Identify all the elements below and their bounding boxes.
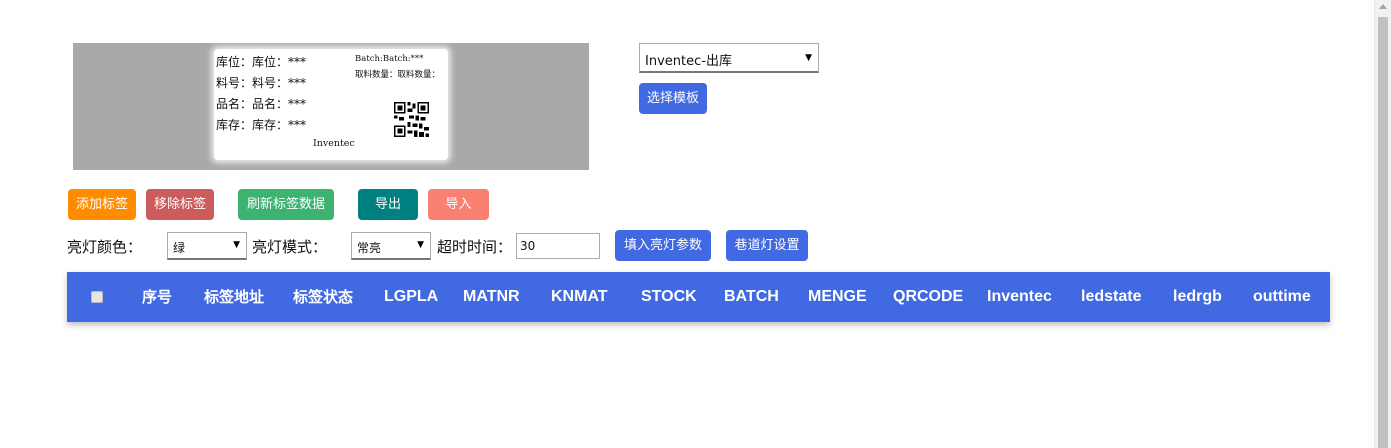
vertical-scrollbar[interactable] <box>1374 0 1391 448</box>
label-card: 库位：库位：*** 料号：料号：*** 品名：品名：*** 库存：库存：*** … <box>214 49 448 160</box>
import-button[interactable]: 导入 <box>428 189 489 220</box>
scroll-up-icon[interactable] <box>1379 4 1387 9</box>
label-qty: 取料数量：取料数量： <box>355 70 441 80</box>
label-batch: Batch:Batch:*** <box>355 54 424 64</box>
dropdown-arrow-icon: ▼ <box>233 240 240 250</box>
dropdown-arrow-icon: ▼ <box>805 53 812 63</box>
scrollbar-thumb[interactable] <box>1378 17 1388 448</box>
remove-label-button[interactable]: 移除标签 <box>146 189 214 220</box>
table-header: 序号 标签地址 标签状态 LGPLA MATNR KNMAT STOCK BAT… <box>67 272 1330 322</box>
label-footer: Inventec <box>313 138 355 149</box>
light-color-value: 绿 <box>173 241 186 255</box>
lane-light-settings-button[interactable]: 巷道灯设置 <box>726 230 808 261</box>
light-color-select[interactable]: 绿 ▼ <box>167 232 247 260</box>
column-header-qrcode[interactable]: QRCODE <box>893 272 963 322</box>
label-location: 库位：库位：*** <box>216 55 307 69</box>
column-header-matnr[interactable]: MATNR <box>463 272 520 322</box>
column-header-lgpla[interactable]: LGPLA <box>384 272 438 322</box>
column-header-inventec[interactable]: Inventec <box>987 272 1052 322</box>
column-header-label-address[interactable]: 标签地址 <box>204 272 264 322</box>
timeout-label: 超时时间： <box>437 238 513 256</box>
column-header-ledstate[interactable]: ledstate <box>1081 272 1141 322</box>
column-header-batch[interactable]: BATCH <box>724 272 779 322</box>
fill-light-params-button[interactable]: 填入亮灯参数 <box>615 230 711 261</box>
add-label-button[interactable]: 添加标签 <box>68 189 136 220</box>
column-header-knmat[interactable]: KNMAT <box>551 272 608 322</box>
column-header-menge[interactable]: MENGE <box>808 272 867 322</box>
column-header-stock[interactable]: STOCK <box>641 272 697 322</box>
label-stock: 库存：库存：*** <box>216 118 307 132</box>
column-header-outtime[interactable]: outtime <box>1253 272 1311 322</box>
choose-template-button[interactable]: 选择模板 <box>639 83 707 114</box>
template-select-value: Inventec-出库 <box>645 54 732 69</box>
refresh-label-data-button[interactable]: 刷新标签数据 <box>238 189 334 220</box>
light-mode-select[interactable]: 常亮 ▼ <box>351 232 431 260</box>
select-all-checkbox[interactable] <box>91 291 103 303</box>
label-part-name: 品名：品名：*** <box>216 97 307 111</box>
dropdown-arrow-icon: ▼ <box>417 240 424 250</box>
qr-code-icon <box>394 102 429 137</box>
column-header-ledrgb[interactable]: ledrgb <box>1173 272 1222 322</box>
label-preview: 库位：库位：*** 料号：料号：*** 品名：品名：*** 库存：库存：*** … <box>73 43 589 170</box>
light-color-label: 亮灯颜色： <box>67 238 143 256</box>
timeout-input[interactable]: 30 <box>516 233 600 259</box>
template-select[interactable]: Inventec-出库 ▼ <box>639 43 819 73</box>
column-header-label-status[interactable]: 标签状态 <box>293 272 353 322</box>
light-mode-value: 常亮 <box>357 241 382 255</box>
export-button[interactable]: 导出 <box>358 189 418 220</box>
label-part-number: 料号：料号：*** <box>216 76 307 90</box>
column-header-index[interactable]: 序号 <box>142 272 172 322</box>
light-mode-label: 亮灯模式： <box>252 238 328 256</box>
